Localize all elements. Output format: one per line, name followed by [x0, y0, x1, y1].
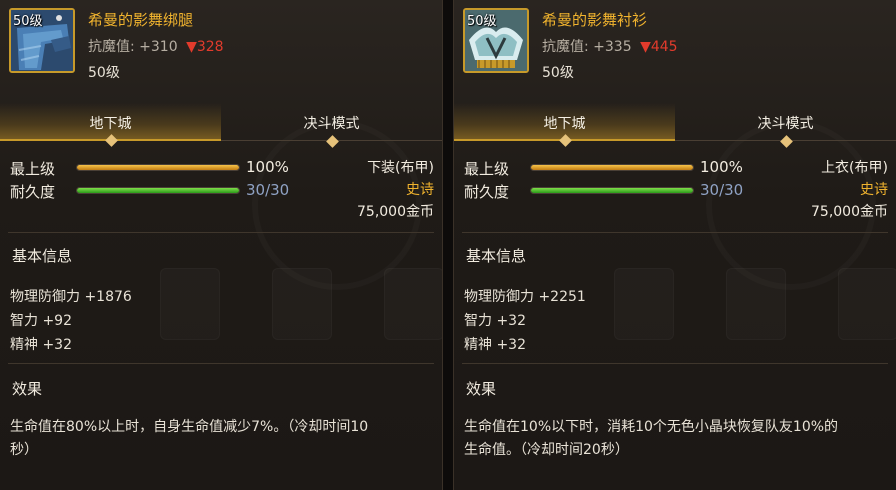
effect-line: 生命值在80%以上时，自身生命值减少7%。（冷却时间10: [10, 419, 369, 435]
grade-value: 100%: [700, 158, 743, 176]
tab-dungeon[interactable]: 地下城: [454, 103, 675, 147]
basic-info-title: 基本信息: [12, 247, 73, 265]
price-label: 75,000金币: [357, 204, 434, 220]
item-tooltip-top: 50级 希曼的影舞衬衫 抗魔值: +335 ▼445 50级 地下城 决斗模式: [454, 0, 896, 490]
grade-bar-fill: [531, 165, 693, 170]
item-level: 50级: [88, 65, 120, 81]
item-tooltip-legs: 50级 希曼的影舞绑腿 抗魔值: +310 ▼328 50级 地下城 决斗模式: [0, 0, 442, 490]
effect-text: 生命值在80%以上时，自身生命值减少7%。（冷却时间10 秒）: [10, 416, 430, 462]
mode-tabs: 地下城 决斗模式: [454, 103, 896, 148]
equipment-slot: 上衣(布甲): [821, 160, 888, 176]
attr-intelligence: 智力 +92: [10, 313, 72, 329]
durability-value: 30/30: [246, 181, 290, 199]
background-card: [614, 268, 674, 340]
durability-bar-fill: [77, 188, 239, 193]
anti-magic-value: +310: [139, 39, 178, 55]
tab-pvp[interactable]: 决斗模式: [675, 103, 896, 148]
rarity-label: 史诗: [860, 182, 888, 198]
tab-pvp[interactable]: 决斗模式: [221, 103, 442, 148]
divider: [462, 232, 888, 233]
equipment-slot: 下装(布甲): [367, 160, 434, 176]
grade-bar-fill: [77, 165, 239, 170]
tab-label: 决斗模式: [757, 116, 814, 132]
background-card: [838, 268, 896, 340]
tab-label: 地下城: [543, 116, 586, 132]
grade-label: 最上级: [464, 160, 510, 178]
leggings-icon[interactable]: 50级: [9, 8, 75, 73]
attr-spirit: 精神 +32: [464, 337, 526, 353]
attr-physical-defense: 物理防御力 +1876: [10, 289, 132, 305]
effect-line: 生命值。（冷却时间20秒）: [464, 442, 629, 458]
grade-label: 最上级: [10, 160, 56, 178]
diamond-icon: [104, 134, 118, 147]
price-label: 75,000金币: [811, 204, 888, 220]
attr-spirit: 精神 +32: [10, 337, 72, 353]
anti-magic-change: ▼328: [186, 39, 224, 55]
shirt-icon[interactable]: 50级: [463, 8, 529, 73]
item-name: 希曼的影舞绑腿: [88, 11, 194, 29]
durability-bar: [76, 187, 240, 194]
effect-title: 效果: [466, 380, 497, 398]
background-card: [726, 268, 786, 340]
background-card: [272, 268, 332, 340]
attr-intelligence: 智力 +32: [464, 313, 526, 329]
durability-bar: [530, 187, 694, 194]
icon-level-label: 50级: [467, 14, 497, 29]
divider: [462, 363, 888, 364]
effect-text: 生命值在10%以下时，消耗10个无色小晶块恢复队友10%的 生命值。（冷却时间2…: [464, 416, 884, 462]
item-name: 希曼的影舞衬衫: [542, 11, 648, 29]
durability-bar-fill: [531, 188, 693, 193]
durability-label: 耐久度: [10, 183, 56, 201]
anti-magic-change: ▼445: [640, 39, 678, 55]
item-level: 50级: [542, 65, 574, 81]
tab-label: 地下城: [89, 116, 132, 132]
anti-magic-label: 抗魔值:: [88, 39, 135, 55]
grade-bar: [530, 164, 694, 171]
attr-physical-defense: 物理防御力 +2251: [464, 289, 586, 305]
grade-bar: [76, 164, 240, 171]
mode-tabs: 地下城 决斗模式: [0, 103, 442, 148]
rarity-label: 史诗: [406, 182, 434, 198]
item-header: 50级 希曼的影舞衬衫 抗魔值: +335 ▼445 50级: [454, 0, 896, 96]
durability-value: 30/30: [700, 181, 744, 199]
item-header: 50级 希曼的影舞绑腿 抗魔值: +310 ▼328 50级: [0, 0, 442, 96]
grade-value: 100%: [246, 158, 289, 176]
panel-divider: [442, 0, 454, 490]
background-card: [384, 268, 442, 340]
divider: [8, 232, 434, 233]
background-card: [160, 268, 220, 340]
basic-info-title: 基本信息: [466, 247, 527, 265]
icon-level-label: 50级: [13, 14, 43, 29]
tab-dungeon[interactable]: 地下城: [0, 103, 221, 147]
effect-title: 效果: [12, 380, 43, 398]
effect-line: 生命值在10%以下时，消耗10个无色小晶块恢复队友10%的: [464, 419, 839, 435]
effect-line: 秒）: [10, 442, 38, 458]
divider: [8, 363, 434, 364]
anti-magic-stat: 抗魔值: +335 ▼445: [542, 36, 678, 56]
anti-magic-value: +335: [593, 39, 632, 55]
anti-magic-stat: 抗魔值: +310 ▼328: [88, 36, 224, 56]
durability-label: 耐久度: [464, 183, 510, 201]
tab-label: 决斗模式: [303, 116, 360, 132]
diamond-icon: [558, 134, 572, 147]
anti-magic-label: 抗魔值:: [542, 39, 589, 55]
